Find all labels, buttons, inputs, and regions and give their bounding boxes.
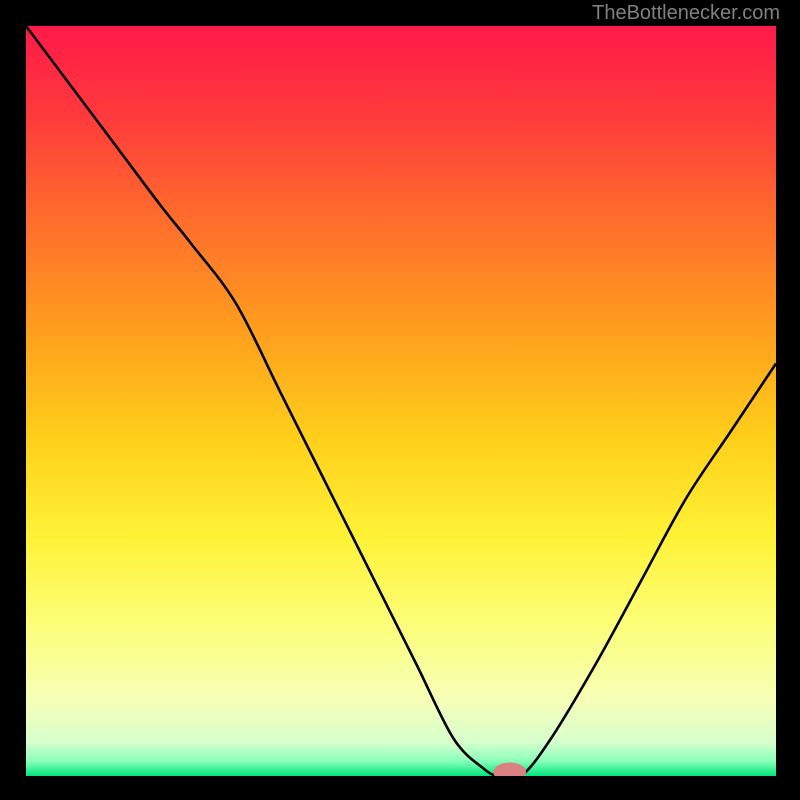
chart-background — [26, 26, 776, 776]
chart-plot-area — [26, 26, 776, 776]
watermark-text: TheBottlenecker.com — [592, 2, 780, 25]
chart-svg — [26, 26, 776, 776]
